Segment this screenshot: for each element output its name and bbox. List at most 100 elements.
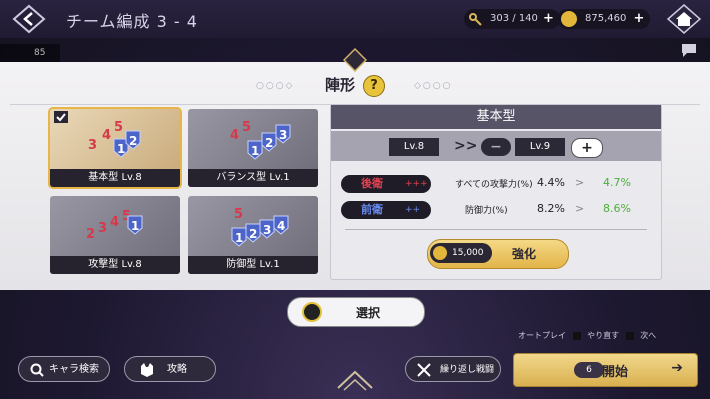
stat-arrow: >	[575, 202, 585, 215]
title-decoration-right: ◇○○○	[414, 81, 453, 91]
upgrade-cost: 15,000	[430, 243, 492, 263]
stat-next: 8.6%	[603, 202, 631, 215]
svg-text:1: 1	[251, 144, 259, 158]
strategy-label: 攻略	[167, 364, 187, 375]
modal-title-text: 陣形	[324, 76, 355, 94]
svg-text:5: 5	[234, 207, 243, 222]
stat-name: すべての攻撃力(%)	[455, 180, 533, 190]
home-icon[interactable]	[666, 4, 702, 34]
svg-text:4: 4	[230, 128, 239, 143]
page-title: チーム編成 3 - 4	[66, 12, 198, 31]
upgrade-label: 強化	[512, 247, 537, 261]
stat-next: 4.7%	[603, 176, 631, 189]
position-label: 前衛	[361, 203, 383, 216]
repeat-battle-button[interactable]: 繰り返し戦闘	[405, 356, 501, 382]
formation-label: バランス型 Lv.1	[188, 169, 318, 187]
svg-text:4: 4	[110, 215, 119, 230]
coin-counter: 875,460 +	[557, 9, 651, 29]
modal-title: 陣形?	[0, 74, 710, 97]
add-coins-button[interactable]: +	[633, 9, 644, 29]
svg-text:2: 2	[249, 227, 257, 241]
formation-diagram: 5 1 2 3 4	[231, 207, 289, 247]
retry-label: やり直す	[587, 331, 620, 340]
svg-text:3: 3	[263, 223, 271, 237]
start-label: 開始	[602, 365, 629, 380]
key-icon	[469, 13, 482, 26]
stat-name: 防御力(%)	[465, 206, 508, 216]
panel-divider	[345, 229, 647, 230]
strategy-button[interactable]: 攻略	[124, 356, 216, 382]
current-level: Lv.8	[389, 138, 439, 156]
formation-label: 基本型 Lv.8	[50, 169, 180, 187]
stat-row-front: 前衛 ++ 防御力(%) 8.2% > 8.6%	[341, 201, 651, 219]
auto-play-checkbox[interactable]	[572, 331, 581, 340]
formation-detail-panel: 基本型 Lv.8 >> − Lv.9 + 後衛 +++ すべての攻撃力(%) 4…	[330, 104, 662, 280]
coin-icon	[561, 11, 577, 27]
chat-icon[interactable]	[680, 42, 698, 58]
repeat-battle-label: 繰り返し戦闘	[440, 365, 495, 375]
formation-card-defense[interactable]: 5 1 2 3 4 防御型 Lv.1	[188, 196, 318, 274]
position-marks: +++	[405, 179, 428, 189]
cat-icon	[141, 363, 153, 377]
position-tag: 前衛 ++	[341, 201, 431, 219]
search-icon	[30, 363, 44, 377]
level-minus-button[interactable]: −	[481, 138, 511, 156]
formation-card-basic[interactable]: 3 4 5 1 2 基本型 Lv.8	[48, 107, 182, 189]
svg-text:3: 3	[279, 128, 287, 142]
next-label: 次へ	[640, 331, 657, 340]
formation-name: 基本型	[331, 105, 661, 129]
stat-current: 8.2%	[537, 202, 565, 215]
double-arrow-icon: ➔	[671, 360, 683, 376]
svg-text:5: 5	[242, 120, 251, 135]
stat-row-rear: 後衛 +++ すべての攻撃力(%) 4.4% > 4.7%	[341, 175, 651, 193]
svg-text:4: 4	[277, 219, 285, 233]
select-label: 選択	[356, 306, 381, 320]
back-icon[interactable]	[12, 4, 46, 34]
stamina-cost: 6	[574, 362, 604, 378]
upgrade-button[interactable]: 15,000 強化	[427, 239, 569, 269]
checkmark-icon	[54, 111, 68, 123]
stat-arrow: >	[575, 176, 585, 189]
chara-search-button[interactable]: キャラ検索	[18, 356, 110, 382]
emblem-icon	[343, 48, 367, 72]
level-plus-button[interactable]: +	[571, 138, 603, 158]
svg-text:1: 1	[235, 231, 243, 245]
stat-current: 4.4%	[537, 176, 565, 189]
auto-options: オートプレイ やり直す 次へ	[518, 330, 656, 341]
key-counter: 303 / 140 +	[464, 9, 560, 29]
next-level: Lv.9	[515, 138, 565, 156]
position-tag: 後衛 +++	[341, 175, 431, 193]
chara-search-label: キャラ検索	[49, 364, 99, 375]
coin-icon	[433, 246, 447, 260]
level-row: Lv.8 >> − Lv.9 +	[331, 131, 661, 161]
formation-modal: ○○○◇ 陣形? ◇○○○ 3 4 5 1 2 基本型 Lv.8 4 5 1 2	[0, 48, 710, 290]
retry-checkbox[interactable]	[625, 331, 634, 340]
player-count: 85	[34, 48, 46, 58]
select-button[interactable]: 選択	[287, 297, 425, 327]
svg-text:1: 1	[131, 219, 139, 233]
help-button[interactable]: ?	[363, 74, 385, 97]
formation-card-balance[interactable]: 4 5 1 2 3 バランス型 Lv.1	[188, 109, 318, 187]
center-emblem-icon	[337, 370, 373, 391]
confirm-ring-icon	[302, 302, 322, 322]
formation-card-attack[interactable]: 2 3 4 5 1 攻撃型 Lv.8	[50, 196, 180, 274]
coin-count: 875,460	[585, 13, 627, 24]
start-button[interactable]: 6 開始 ➔	[513, 353, 698, 387]
key-count: 303 / 140	[490, 13, 538, 24]
player-count-bar: 85	[0, 44, 60, 62]
add-keys-button[interactable]: +	[543, 9, 554, 29]
formation-diagram: 3 4 5 1 2	[88, 120, 141, 158]
level-arrows: >>	[454, 138, 478, 154]
formation-label: 防御型 Lv.1	[188, 256, 318, 274]
position-marks: ++	[405, 205, 421, 215]
position-label: 後衛	[361, 177, 383, 190]
svg-text:1: 1	[117, 142, 125, 156]
svg-text:2: 2	[129, 134, 137, 148]
upgrade-cost-value: 15,000	[452, 248, 484, 258]
svg-text:5: 5	[114, 120, 123, 135]
svg-text:2: 2	[265, 136, 273, 150]
auto-play-label: オートプレイ	[518, 331, 566, 340]
svg-text:4: 4	[102, 128, 111, 143]
formation-diagram: 4 5 1 2 3	[230, 120, 291, 160]
top-bar: チーム編成 3 - 4 303 / 140 + 875,460 +	[0, 0, 710, 38]
